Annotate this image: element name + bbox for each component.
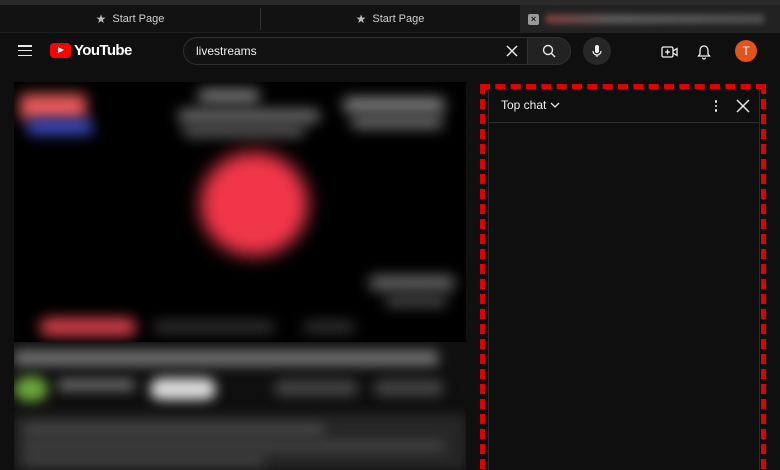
chevron-down-icon — [550, 102, 560, 108]
top-chat-dropdown[interactable]: Top chat — [501, 98, 560, 112]
blurred-text — [24, 442, 444, 450]
blurred-channel-name — [58, 380, 134, 390]
blurred-text — [352, 116, 442, 128]
blurred-text — [24, 456, 264, 464]
more-options-icon[interactable] — [709, 97, 723, 115]
star-icon: ★ — [355, 12, 367, 26]
notifications-bell-icon[interactable] — [694, 42, 714, 62]
menu-icon[interactable] — [18, 45, 32, 57]
search-icon — [542, 44, 556, 58]
voice-search-button[interactable] — [583, 37, 611, 65]
browser-tab-start-page-1[interactable]: ★ Start Page — [0, 5, 260, 33]
youtube-play-icon — [50, 43, 71, 58]
account-avatar[interactable]: T — [735, 40, 757, 62]
browser-tab-active[interactable]: × — [520, 5, 780, 33]
blurred-text — [344, 98, 444, 112]
search-box — [183, 37, 527, 65]
youtube-header: YouTube T — [0, 33, 780, 71]
blurred-text — [179, 110, 319, 122]
blurred-like-button[interactable] — [274, 380, 358, 396]
video-player-blurred[interactable] — [14, 82, 466, 342]
blurred-circle-graphic — [200, 152, 308, 256]
blurred-text — [370, 276, 454, 290]
close-chat-icon[interactable] — [733, 96, 753, 116]
search-button[interactable] — [527, 37, 571, 65]
blurred-video-title — [14, 350, 438, 366]
search-bar — [183, 37, 571, 65]
blurred-text — [24, 426, 324, 434]
microphone-icon — [592, 45, 602, 57]
youtube-logo[interactable]: YouTube — [50, 42, 132, 59]
blurred-label — [28, 120, 92, 134]
blurred-share-button[interactable] — [374, 380, 444, 396]
create-video-icon[interactable] — [660, 42, 680, 62]
blurred-subscribe-button[interactable] — [150, 378, 216, 400]
blurred-text — [154, 322, 274, 332]
blurred-text — [199, 90, 259, 102]
tab-label: Start Page — [112, 13, 165, 25]
browser-tab-start-page-2[interactable]: ★ Start Page — [261, 5, 519, 33]
search-input[interactable] — [196, 44, 497, 58]
chat-header: Top chat — [489, 89, 759, 123]
chat-mode-label: Top chat — [501, 98, 547, 112]
chat-messages-area — [489, 123, 759, 470]
blurred-live-badge — [40, 318, 136, 336]
logo-text: YouTube — [74, 42, 132, 59]
tab-label: Start Page — [372, 13, 425, 25]
blurred-badge — [20, 94, 86, 120]
blurred-text — [184, 126, 304, 136]
video-meta-blurred — [14, 342, 466, 470]
clear-search-icon[interactable] — [497, 38, 527, 64]
close-icon[interactable]: × — [528, 13, 539, 25]
blurred-text — [304, 322, 354, 332]
tab-title-blurred — [545, 14, 765, 24]
blurred-channel-avatar — [14, 376, 48, 402]
star-icon: ★ — [95, 12, 107, 26]
blurred-text — [386, 296, 446, 306]
browser-tab-strip: ★ Start Page ★ Start Page × — [0, 0, 780, 33]
live-chat-panel: Top chat — [488, 89, 760, 470]
